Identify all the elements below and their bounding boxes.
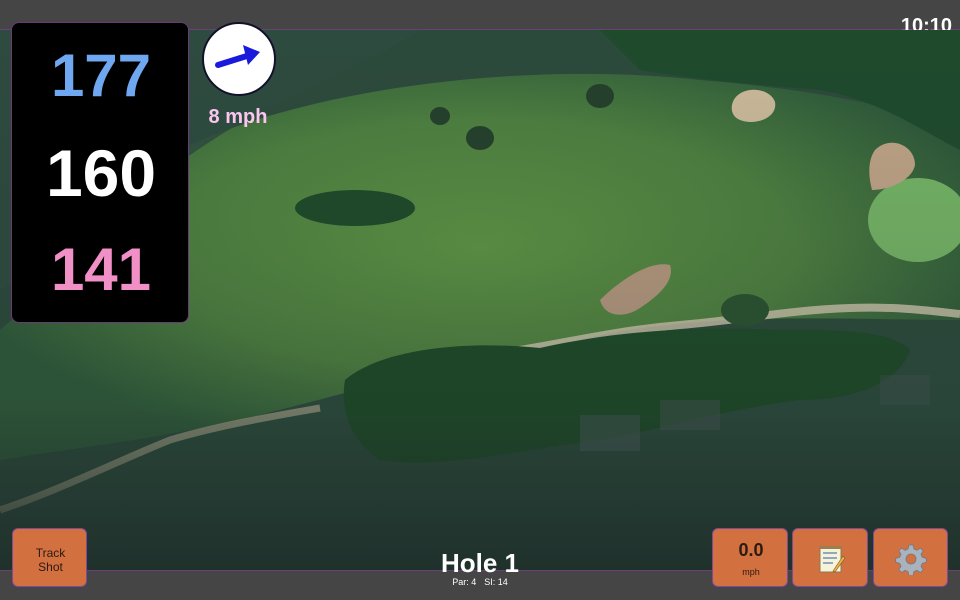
wind-speed: 8 mph [208, 106, 268, 128]
track-shot-label-line1: Track [35, 546, 66, 560]
front-distance: 141 [50, 236, 152, 303]
wind-indicator [202, 22, 276, 96]
hole-stroke-index: SI: 14 [484, 577, 508, 587]
speed-value: 0.0 [738, 540, 764, 560]
notes-button[interactable] [792, 528, 868, 587]
speed-button[interactable]: 0.0 mph [712, 528, 788, 587]
hole-meta: Par: 4 SI: 14 [380, 577, 580, 587]
settings-button[interactable] [873, 528, 948, 587]
notepad-icon [819, 546, 846, 573]
track-shot-button[interactable]: Track Shot [12, 528, 87, 587]
track-shot-label-line2: Shot [38, 560, 63, 574]
distance-panel: 177 160 141 [11, 22, 189, 323]
back-distance: 177 [50, 42, 152, 109]
gear-icon [895, 544, 927, 575]
middle-distance: 160 [45, 136, 157, 210]
hole-title: Hole 1 [440, 548, 520, 578]
wind-direction-arrow-icon [215, 45, 260, 68]
speed-unit: mph [742, 567, 760, 577]
hole-par: Par: 4 [452, 577, 477, 587]
